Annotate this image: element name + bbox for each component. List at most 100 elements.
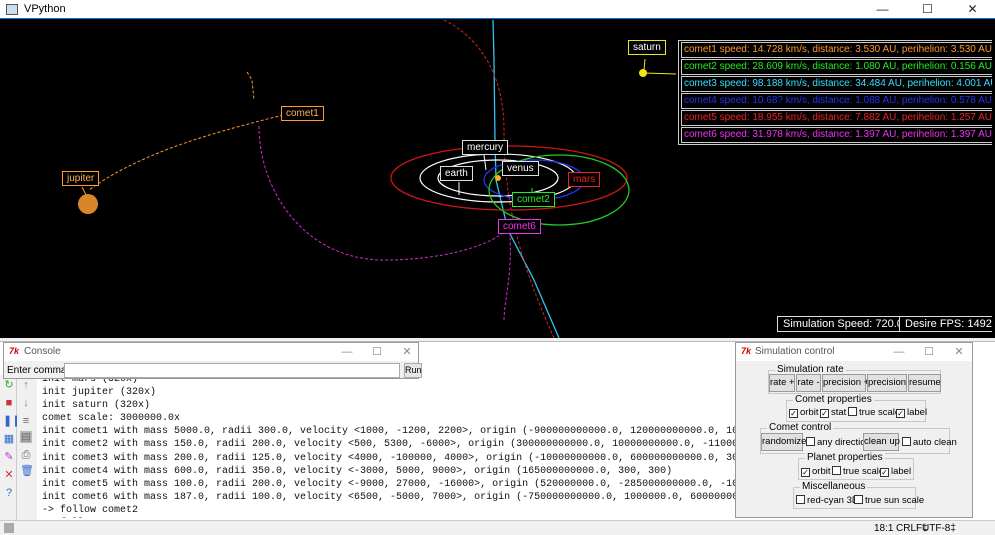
randomize-button[interactable]: randomize: [761, 433, 806, 451]
desire-fps-readout: Desire FPS: 1492: [899, 316, 992, 332]
filter-icon[interactable]: ▤: [20, 431, 32, 443]
planet-orbit-checkbox[interactable]: ✓ orbit: [801, 466, 830, 478]
command-input[interactable]: [64, 363, 400, 378]
precision-plus-button[interactable]: precision +: [822, 374, 869, 392]
red-cyan-3d-checkbox[interactable]: red-cyan 3D: [796, 495, 859, 507]
stop-icon[interactable]: ■: [3, 397, 15, 409]
status-grip-icon: [4, 523, 14, 533]
saturn-leader: [643, 72, 677, 75]
pin-icon[interactable]: ✎: [3, 451, 15, 463]
console-window: 7k Console — ☐ ✕ Enter command Run: [3, 342, 422, 379]
comet3-trail: [492, 20, 560, 338]
saturn-label: saturn: [628, 40, 666, 55]
comet6-label: comet6: [498, 219, 541, 234]
checkbox-icon: ✓: [801, 468, 810, 477]
vpython-window: VPython — ☐ ✕ saturn comet1 jupiter merc…: [0, 0, 995, 338]
scroll-up-icon[interactable]: ↑: [20, 379, 32, 391]
resume-button[interactable]: resume: [908, 374, 941, 392]
simulation-control-window: 7k Simulation control — ☐ ✕ Simulation r…: [735, 342, 973, 518]
wrap-icon[interactable]: ≡: [20, 415, 32, 427]
clean-up-button[interactable]: clean up: [863, 433, 900, 451]
app-icon: [6, 4, 18, 15]
planet-true-scale-checkbox[interactable]: true scale: [832, 466, 884, 478]
print-icon[interactable]: ⎙: [20, 449, 32, 461]
trash-icon[interactable]: 🗑: [20, 465, 34, 477]
miscellaneous-title: Miscellaneous: [800, 481, 868, 492]
checkbox-icon: [848, 407, 857, 416]
maximize-button[interactable]: ☐: [905, 0, 950, 19]
log-line: init comet1 with mass 5000.0, radii 300.…: [42, 426, 742, 438]
comet-control-title: Comet control: [767, 422, 834, 433]
3d-scene-canvas[interactable]: saturn comet1 jupiter mercury earth venu…: [4, 20, 992, 338]
earth-label: earth: [440, 166, 473, 181]
comet1-label: comet1: [281, 106, 324, 121]
vpython-title: VPython: [24, 3, 66, 15]
comet-stat-line: comet5 speed: 18.955 km/s, distance: 7.8…: [681, 110, 992, 126]
checkbox-icon: [832, 466, 841, 475]
help-icon[interactable]: ?: [3, 487, 15, 499]
console-toolbar: ↻ ■ ❚❚ ▦ ✎ ✕ ?: [0, 375, 21, 522]
comet-stat-line: comet2 speed: 28.609 km/s, distance: 1.0…: [681, 59, 992, 75]
sim-minimize-button[interactable]: —: [884, 343, 914, 361]
log-line: -> follow comet2: [42, 504, 139, 516]
auto-clean-checkbox[interactable]: auto clean: [902, 437, 957, 449]
sun-icon: [495, 175, 501, 181]
log-line: init jupiter (320x): [42, 387, 157, 399]
checkbox-icon: ✓: [820, 409, 829, 418]
checkbox-icon: ✓: [880, 468, 889, 477]
comet-stat-line: comet1 speed: 14.728 km/s, distance: 3.5…: [681, 42, 992, 58]
log-line: -> follow sun: [42, 517, 742, 518]
mars-label: mars: [568, 172, 601, 187]
console-maximize-button[interactable]: ☐: [362, 343, 392, 361]
rate-minus-button[interactable]: rate -: [796, 374, 821, 392]
comet-stat-checkbox[interactable]: ✓ stat: [820, 407, 846, 419]
checkbox-icon: [854, 495, 863, 504]
close-button[interactable]: ✕: [950, 0, 995, 19]
rerun-icon[interactable]: ↻: [3, 379, 15, 391]
comet-stat-line: comet6 speed: 31.978 km/s, distance: 1.3…: [681, 127, 992, 143]
sim-control-title: Simulation control: [755, 346, 835, 357]
log-line: comet scale: 3000000.0x: [42, 413, 181, 425]
pause-icon[interactable]: ❚❚: [3, 415, 21, 427]
minimize-button[interactable]: —: [860, 0, 905, 19]
sim-close-button[interactable]: ✕: [944, 343, 974, 361]
rate-plus-button[interactable]: rate +: [769, 374, 795, 392]
encoding[interactable]: UTF-8‡: [922, 523, 956, 534]
any-direction-checkbox[interactable]: any direction: [806, 437, 871, 449]
close-console-icon[interactable]: ✕: [3, 469, 15, 481]
run-button[interactable]: Run: [404, 363, 422, 378]
comet-label-checkbox[interactable]: ✓ label: [896, 407, 927, 419]
console-title: Console: [24, 346, 61, 357]
sim-maximize-button[interactable]: ☐: [914, 343, 944, 361]
log-line: init comet3 with mass 200.0, radii 125.0…: [42, 452, 742, 464]
checkbox-icon: ✓: [896, 409, 905, 418]
scroll-down-icon[interactable]: ↓: [20, 397, 32, 409]
precision-minus-button[interactable]: precision -: [867, 374, 912, 392]
console-minimize-button[interactable]: —: [332, 343, 362, 361]
comet-stats-panel: comet1 speed: 14.728 km/s, distance: 3.5…: [678, 40, 992, 145]
comet-true-scale-checkbox[interactable]: true scale: [848, 407, 900, 419]
sim-control-titlebar: 7k Simulation control — ☐ ✕: [736, 343, 972, 361]
comet-properties-title: Comet properties: [793, 394, 874, 405]
tk-feather-icon: 7k: [9, 346, 20, 356]
layout-icon[interactable]: ▦: [3, 433, 15, 445]
checkbox-icon: [902, 437, 911, 446]
planet-properties-title: Planet properties: [805, 452, 885, 463]
console-titlebar: 7k Console — ☐ ✕: [4, 343, 418, 361]
checkbox-icon: [806, 437, 815, 446]
log-line: init saturn (320x): [42, 400, 151, 412]
comet-stat-line: comet3 speed: 98.188 km/s, distance: 34.…: [681, 76, 992, 92]
mercury-label: mercury: [462, 140, 509, 155]
tk-feather-icon: 7k: [741, 346, 752, 356]
cursor-position: 18:1: [874, 523, 894, 534]
planet-label-checkbox[interactable]: ✓ label: [880, 466, 911, 478]
simulation-speed-readout: Simulation Speed: 720.0x: [777, 316, 915, 332]
console-close-button[interactable]: ✕: [392, 343, 422, 361]
log-line: init comet5 with mass 100.0, radii 200.0…: [42, 478, 742, 490]
console-log: init mars (320x) init jupiter (320x) init …: [42, 373, 742, 518]
checkbox-icon: ✓: [789, 409, 798, 418]
comet-orbit-checkbox[interactable]: ✓ orbit: [789, 407, 818, 419]
true-sun-scale-checkbox[interactable]: true sun scale: [854, 495, 924, 507]
comet2-label: comet2: [512, 192, 555, 207]
comet-stat-line: comet4 speed: 10.68? km/s, distance: 1.0…: [681, 93, 992, 109]
